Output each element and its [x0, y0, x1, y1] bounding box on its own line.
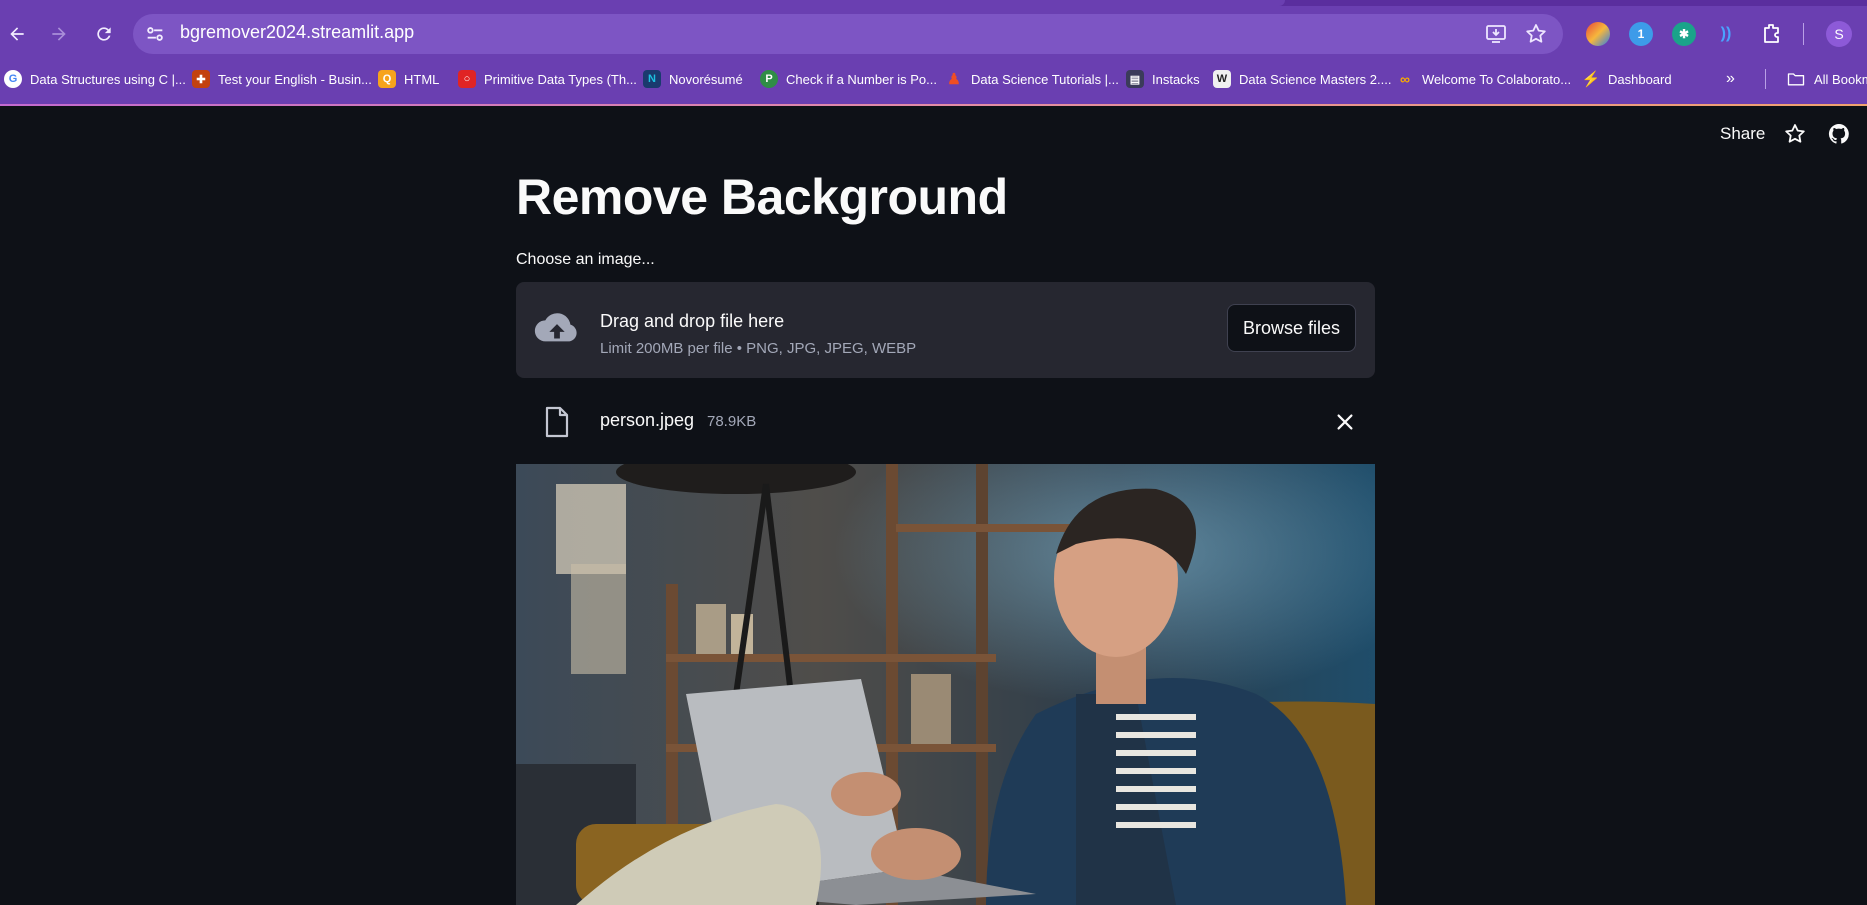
- html-icon: Q: [378, 70, 396, 88]
- bookmark-item[interactable]: ○ Primitive Data Types (Th...: [458, 66, 637, 92]
- toolbar-separator: [1803, 23, 1804, 45]
- back-button[interactable]: [3, 20, 31, 48]
- profile-avatar[interactable]: S: [1826, 21, 1852, 47]
- app-page: Share Remove Background Choose an image.…: [0, 106, 1867, 905]
- colab-icon: ∞: [1400, 71, 1410, 87]
- close-icon: [1337, 414, 1353, 430]
- browse-files-button[interactable]: Browse files: [1227, 304, 1356, 352]
- bookmark-label: Check if a Number is Po...: [786, 71, 937, 87]
- bookmark-item[interactable]: ⚡ Dashboard: [1582, 66, 1672, 92]
- bookmark-label: Data Science Masters 2....: [1239, 71, 1392, 87]
- arrow-right-icon: [52, 27, 66, 41]
- bookmark-label: Dashboard: [1608, 71, 1672, 87]
- cloud-upload-icon: [534, 308, 580, 348]
- file-size: 78.9KB: [707, 413, 757, 430]
- more-bookmarks-button[interactable]: »: [1726, 66, 1735, 92]
- bookmarks-bar: G Data Structures using C |... ✚ Test yo…: [0, 66, 1867, 92]
- tab-strip: [0, 0, 1867, 6]
- install-app-icon[interactable]: [1484, 22, 1508, 46]
- site-settings-icon[interactable]: [144, 23, 166, 45]
- bookmark-item[interactable]: P Check if a Number is Po...: [760, 66, 937, 92]
- reload-icon: [97, 27, 111, 41]
- bookmark-label: Test your English - Busin...: [218, 71, 372, 87]
- chevron-double-right-icon: »: [1726, 70, 1735, 87]
- bookmark-label: Welcome To Colaborato...: [1422, 71, 1572, 87]
- uploaded-image-preview: [516, 464, 1375, 905]
- bookmark-item[interactable]: W Data Science Masters 2....: [1213, 66, 1391, 92]
- file-icon: [544, 406, 570, 438]
- all-bookmarks-label: All Bookm: [1814, 71, 1867, 87]
- google-icon: G: [4, 70, 22, 88]
- bookmark-label: Instacks: [1152, 71, 1200, 87]
- bookmark-item[interactable]: Q HTML: [378, 66, 439, 92]
- pw-icon: W: [1213, 70, 1231, 88]
- extension-password-icon[interactable]: 1: [1629, 22, 1653, 46]
- github-icon[interactable]: [1827, 122, 1851, 146]
- extensions-puzzle-icon[interactable]: [1760, 22, 1784, 46]
- reload-button[interactable]: [90, 20, 118, 48]
- extension-bug-icon[interactable]: ✱: [1672, 22, 1696, 46]
- bookmark-item[interactable]: G Data Structures using C |...: [4, 66, 186, 92]
- bookmark-star-icon[interactable]: [1524, 22, 1548, 46]
- bookmark-item[interactable]: ▤ Instacks: [1126, 66, 1200, 92]
- extension-wave-icon[interactable]: )): [1714, 22, 1738, 46]
- gfg-icon: P: [760, 70, 778, 88]
- dropzone-title: Drag and drop file here: [600, 311, 785, 331]
- dropzone-subtitle: Limit 200MB per file • PNG, JPG, JPEG, W…: [600, 340, 917, 357]
- browser-chrome: bgremover2024.streamlit.app 1 ✱ )) S G D…: [0, 0, 1867, 106]
- page-title: Remove Background: [516, 169, 1008, 225]
- person-icon: ♟: [947, 71, 961, 88]
- bookmark-item[interactable]: N Novorésumé: [643, 66, 743, 92]
- cambridge-icon: ✚: [192, 70, 210, 88]
- oracle-icon: ○: [458, 70, 476, 88]
- file-name: person.jpeg: [600, 410, 695, 430]
- folder-icon: [1787, 73, 1805, 86]
- file-dropzone[interactable]: Drag and drop file here Limit 200MB per …: [516, 282, 1375, 378]
- extension-colorful-icon[interactable]: [1586, 22, 1610, 46]
- forward-button[interactable]: [45, 20, 73, 48]
- instacks-icon: ▤: [1126, 70, 1144, 88]
- bookmark-item[interactable]: ✚ Test your English - Busin...: [192, 66, 372, 92]
- bookmark-item[interactable]: ∞ Welcome To Colaborato...: [1396, 66, 1571, 92]
- star-icon[interactable]: [1783, 122, 1807, 146]
- dashboard-icon: ⚡: [1581, 71, 1601, 88]
- bookmark-label: Primitive Data Types (Th...: [484, 71, 637, 87]
- all-bookmarks-button[interactable]: All Bookm: [1786, 66, 1867, 92]
- bookmark-label: HTML: [404, 71, 440, 87]
- uploaded-file-row: person.jpeg 78.9KB: [516, 396, 1375, 446]
- bookmark-label: Data Structures using C |...: [30, 71, 186, 87]
- share-button[interactable]: Share: [1720, 124, 1765, 144]
- remove-file-button[interactable]: [1334, 411, 1356, 433]
- bookmark-item[interactable]: ♟ Data Science Tutorials |...: [945, 66, 1119, 92]
- person-photo: [516, 464, 1375, 905]
- bookmark-label: Novorésumé: [669, 71, 743, 87]
- arrow-left-icon: [10, 27, 24, 41]
- bookmark-label: Data Science Tutorials |...: [971, 71, 1119, 87]
- uploader-label: Choose an image...: [516, 251, 655, 268]
- url-text[interactable]: bgremover2024.streamlit.app: [180, 22, 414, 43]
- novoresume-icon: N: [643, 70, 661, 88]
- bookmarks-separator: [1765, 69, 1766, 89]
